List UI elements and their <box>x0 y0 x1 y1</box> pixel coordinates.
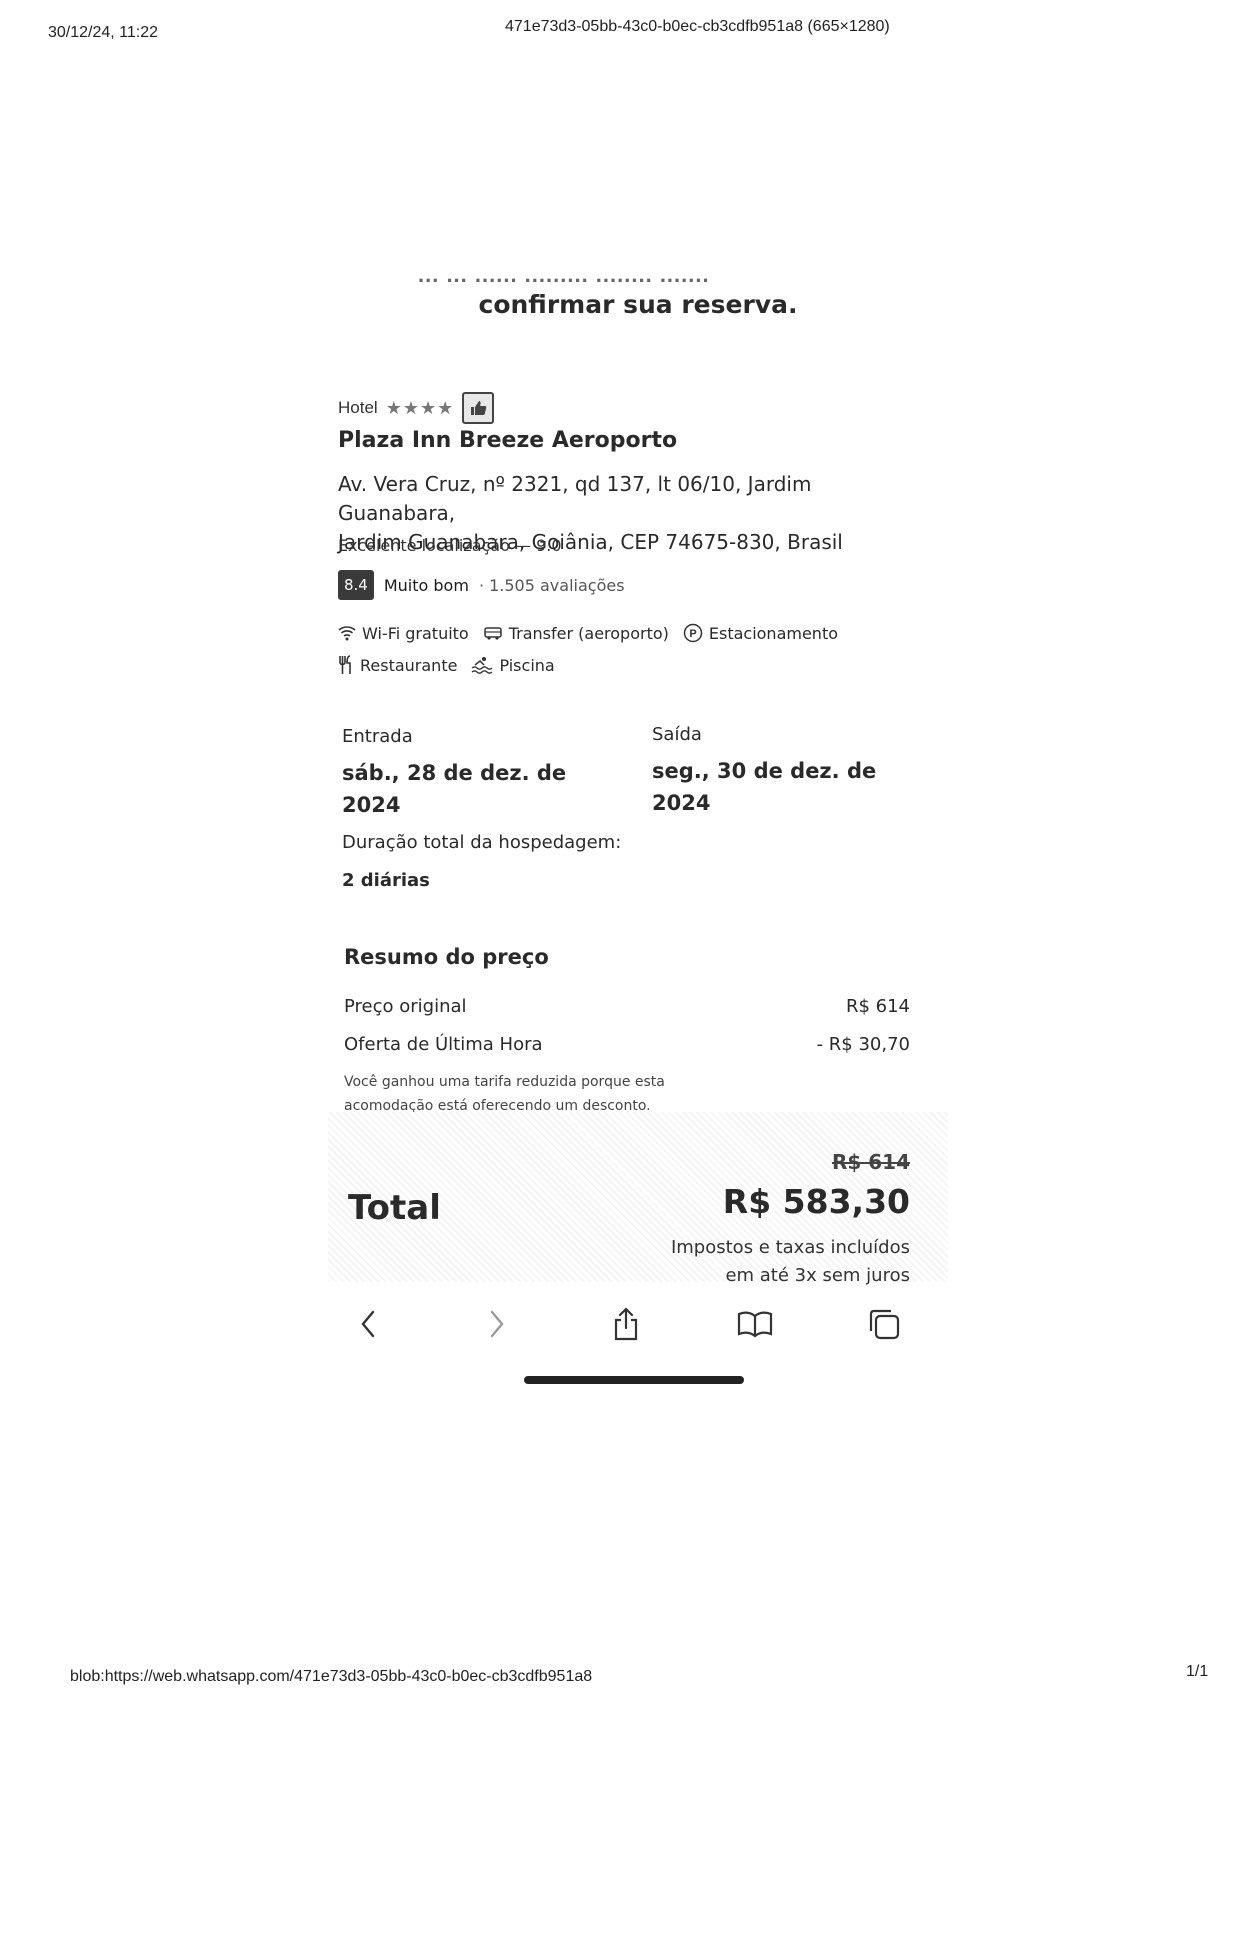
installments-note: em até 3x sem juros <box>725 1265 910 1286</box>
amenities-row: Restaurante Piscina <box>338 649 898 681</box>
discount-label: Oferta de Última Hora <box>344 1034 543 1055</box>
checkout-label: Saída <box>652 724 702 745</box>
wifi-icon <box>338 626 356 641</box>
checkin-label: Entrada <box>342 726 413 747</box>
parking-icon: P <box>683 623 703 643</box>
stay-duration-label: Duração total da hospedagem: <box>342 832 622 853</box>
price-summary-title: Resumo do preço <box>344 945 549 969</box>
review-count: · 1.505 avaliações <box>478 575 625 595</box>
pool-icon <box>472 657 493 674</box>
share-button[interactable] <box>604 1302 648 1346</box>
score-badge: 8.4 <box>338 570 374 600</box>
amenity-wifi: Wi-Fi gratuito <box>338 624 469 643</box>
amenity-restaurant-label: Restaurante <box>360 655 458 675</box>
total-notes: Impostos e taxas incluídos em até 3x sem… <box>671 1234 910 1290</box>
location-score: Excelente localização — 9.0 <box>338 536 562 555</box>
amenities-list: Wi-Fi gratuito Transfer (aeroporto) P Es… <box>338 617 898 681</box>
print-page-number: 1/1 <box>1186 1663 1209 1680</box>
hotel-name: Plaza Inn Breeze Aeroporto <box>338 428 678 453</box>
back-icon <box>361 1310 375 1338</box>
print-document-title: 471e73d3-05bb-43c0-b0ec-cb3cdfb951a8 (66… <box>505 18 890 35</box>
review-rating-row: 8.4 Muito bom · 1.505 avaliações <box>338 570 625 600</box>
total-label: Total <box>348 1188 441 1228</box>
address-line-1: Av. Vera Cruz, nº 2321, qd 137, lt 06/10… <box>338 472 812 525</box>
thumbs-up-icon <box>462 392 495 424</box>
tabs-button[interactable] <box>862 1302 906 1346</box>
original-price-label: Preço original <box>344 996 467 1017</box>
amenity-transfer-label: Transfer (aeroporto) <box>508 623 669 643</box>
forward-button[interactable] <box>475 1302 519 1346</box>
checkout-date: seg., 30 de dez. de 2024 <box>652 755 882 819</box>
tabs-icon <box>869 1309 900 1340</box>
browser-toolbar <box>346 1302 906 1346</box>
svg-text:P: P <box>689 628 696 640</box>
amenity-pool: Piscina <box>471 655 555 675</box>
page-headline: confirmar sua reserva. <box>478 290 798 319</box>
hotel-type-label: Hotel <box>338 398 378 417</box>
discount-row: Oferta de Última Hora - R$ 30,70 <box>344 1034 910 1055</box>
amenity-parking-label: Estacionamento <box>708 623 839 643</box>
bookmarks-icon <box>737 1311 773 1338</box>
amenity-wifi-label: Wi-Fi gratuito <box>362 623 469 643</box>
stay-duration-value: 2 diárias <box>342 870 430 891</box>
amenity-pool-label: Piscina <box>499 655 555 675</box>
booking-screenshot: ... ... ...... ......... ........ ......… <box>328 252 948 1432</box>
checkin-date-line-1: sáb., 28 de dez. de <box>342 761 567 785</box>
taxes-included-note: Impostos e taxas incluídos <box>670 1237 910 1258</box>
checkout-date-line-2: 2024 <box>652 791 711 815</box>
shuttle-icon <box>483 627 502 640</box>
hotel-type-row: Hotel ★★★★ <box>338 392 495 424</box>
print-source-url: blob:https://web.whatsapp.com/471e73d3-0… <box>70 1668 593 1685</box>
discount-note: Você ganhou uma tarifa reduzida porque e… <box>344 1070 764 1118</box>
amenity-parking: P Estacionamento <box>683 623 838 643</box>
amenities-row: Wi-Fi gratuito Transfer (aeroporto) P Es… <box>338 617 898 649</box>
checkout-date-line-1: seg., 30 de dez. de <box>652 759 877 783</box>
original-price-value: R$ 614 <box>845 996 910 1017</box>
discount-note-line-1: Você ganhou uma tarifa reduzida porque e… <box>344 1074 665 1090</box>
score-label: Muito bom <box>383 575 469 595</box>
back-button[interactable] <box>346 1302 390 1346</box>
share-icon <box>614 1307 638 1341</box>
total-price: R$ 583,30 <box>722 1182 910 1221</box>
discount-value: - R$ 30,70 <box>816 1034 910 1055</box>
checkin-date-line-2: 2024 <box>342 793 401 817</box>
home-indicator <box>524 1376 744 1384</box>
forward-icon <box>490 1310 504 1338</box>
original-price-row: Preço original R$ 614 <box>344 996 910 1017</box>
cut-off-headline: ... ... ...... ......... ........ ......… <box>418 268 710 282</box>
amenity-restaurant: Restaurante <box>338 655 457 675</box>
amenity-transfer: Transfer (aeroporto) <box>483 624 669 643</box>
checkin-date: sáb., 28 de dez. de 2024 <box>342 757 572 821</box>
old-total-price: R$ 614 <box>831 1150 910 1174</box>
print-datetime: 30/12/24, 11:22 <box>48 24 159 41</box>
star-rating-icon: ★★★★ <box>385 397 455 418</box>
bookmarks-button[interactable] <box>733 1302 777 1346</box>
restaurant-icon <box>339 655 351 674</box>
